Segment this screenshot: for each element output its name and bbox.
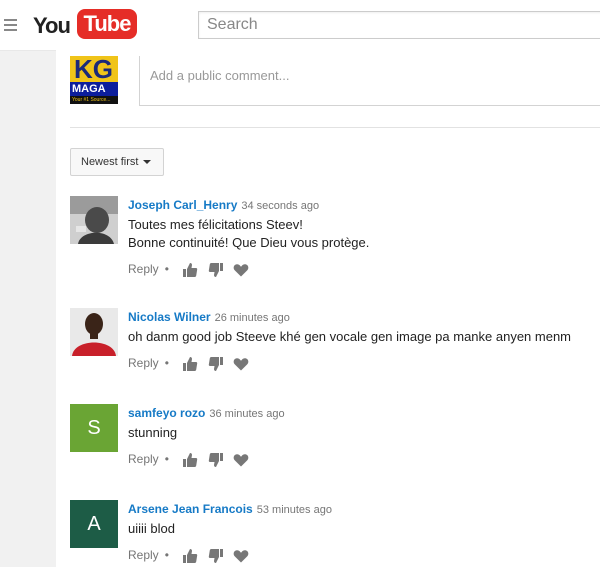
thumbs-up-icon[interactable] (182, 356, 200, 372)
comment-actions: Reply • (128, 260, 600, 278)
separator-dot: • (164, 262, 169, 276)
comment-text-line: Toutes mes félicitations Steev! (128, 217, 303, 232)
avatar[interactable] (70, 196, 118, 244)
thumbs-down-icon[interactable] (208, 452, 226, 468)
comment-text-line: Bonne continuité! Que Dieu vous protège. (128, 235, 370, 250)
avatar-logo-subtext: MAGA (70, 82, 118, 96)
thumbs-down-icon[interactable] (208, 262, 226, 278)
comment-actions: Reply • (128, 546, 600, 564)
reply-button[interactable]: Reply (128, 452, 159, 466)
heart-icon[interactable] (233, 548, 251, 564)
avatar[interactable]: A (70, 500, 118, 548)
reply-button[interactable]: Reply (128, 356, 159, 370)
comment-author[interactable]: Nicolas Wilner (128, 310, 211, 324)
comment-author[interactable]: Arsene Jean Francois (128, 502, 253, 516)
chevron-down-icon (143, 160, 152, 165)
reply-button[interactable]: Reply (128, 262, 159, 276)
comment-input[interactable]: Add a public comment... (139, 56, 600, 106)
comment-actions: Reply • (128, 450, 600, 468)
avatar-logo-text: KG (74, 56, 113, 84)
thumbs-down-icon[interactable] (208, 356, 226, 372)
comment-author[interactable]: samfeyo rozo (128, 406, 205, 420)
comment-timestamp[interactable]: 34 seconds ago (241, 200, 319, 212)
current-user-avatar: KG MAGA Your #1 Source... (70, 56, 118, 104)
comment-text: Toutes mes félicitations Steev! Bonne co… (128, 216, 600, 252)
thumbs-up-icon[interactable] (182, 548, 200, 564)
avatar-logo-tagline: Your #1 Source... (70, 96, 118, 104)
separator-dot: • (164, 548, 169, 562)
sort-dropdown[interactable]: Newest first (70, 148, 164, 176)
logo-tube-text: Tube (77, 9, 137, 39)
comments-panel: KG MAGA Your #1 Source... Add a public c… (56, 50, 600, 567)
divider (70, 127, 600, 128)
comment-author[interactable]: Joseph Carl_Henry (128, 198, 237, 212)
logo-you-text: You (33, 13, 71, 38)
separator-dot: • (164, 452, 169, 466)
heart-icon[interactable] (233, 262, 251, 278)
comment-text: oh danm good job Steeve khé gen vocale g… (128, 329, 572, 344)
comment-timestamp[interactable]: 53 minutes ago (257, 504, 332, 516)
menu-icon[interactable] (4, 19, 17, 31)
heart-icon[interactable] (233, 452, 251, 468)
heart-icon[interactable] (233, 356, 251, 372)
reply-button[interactable]: Reply (128, 548, 159, 562)
sort-label: Newest first (81, 156, 139, 168)
avatar[interactable] (70, 308, 118, 356)
thumbs-up-icon[interactable] (182, 262, 200, 278)
top-bar: You Tube (0, 0, 600, 51)
separator-dot: • (164, 356, 169, 370)
comment-text: stunning (128, 425, 178, 440)
comment-timestamp[interactable]: 26 minutes ago (215, 312, 290, 324)
thumbs-up-icon[interactable] (182, 452, 200, 468)
comment-text: uiiii blod (128, 521, 175, 536)
search-box[interactable] (198, 11, 600, 39)
comment-actions: Reply • (128, 354, 600, 372)
search-input[interactable] (199, 12, 600, 38)
avatar[interactable]: S (70, 404, 118, 452)
comment-timestamp[interactable]: 36 minutes ago (209, 408, 284, 420)
thumbs-down-icon[interactable] (208, 548, 226, 564)
